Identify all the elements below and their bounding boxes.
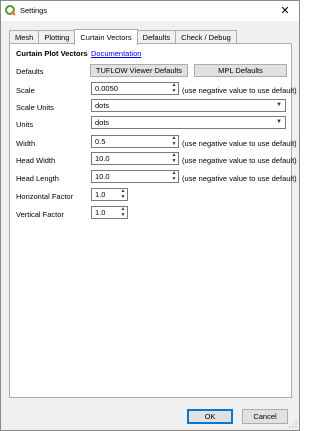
settings-dialog: Settings ✕ Mesh Plotting Curtain Vectors… <box>0 0 300 431</box>
tab-mesh[interactable]: Mesh <box>9 30 40 44</box>
spin-arrows-icon[interactable]: ▲ ▼ <box>170 83 178 94</box>
qgis-app-icon <box>5 5 16 16</box>
spin-arrows-icon[interactable]: ▲ ▼ <box>119 207 127 218</box>
spin-arrows-icon[interactable]: ▲ ▼ <box>170 153 178 164</box>
width-value: 0.5 <box>95 137 106 146</box>
tab-bar: Mesh Plotting Curtain Vectors Defaults C… <box>9 29 237 45</box>
tab-curtain-vectors[interactable]: Curtain Vectors <box>74 29 138 45</box>
horizontal-factor-label: Horizontal Factor <box>16 192 74 201</box>
vertical-factor-spinbox[interactable]: 1.0 ▲ ▼ <box>91 206 128 219</box>
head-length-hint: (use negative value to use default) <box>182 174 297 183</box>
horizontal-factor-spinbox[interactable]: 1.0 ▲ ▼ <box>91 188 128 201</box>
vertical-factor-label: Vertical Factor <box>16 210 64 219</box>
resize-grip-icon[interactable] <box>289 420 297 428</box>
curtain-vectors-panel: Curtain Plot Vectors Documentation Defau… <box>9 43 297 398</box>
chevron-down-icon: ▼ <box>276 119 282 125</box>
units-label: Units <box>16 120 34 129</box>
close-icon[interactable]: ✕ <box>271 1 299 21</box>
horizontal-factor-value: 1.0 <box>95 190 106 199</box>
scale-label: Scale <box>16 86 35 95</box>
spin-arrows-icon[interactable]: ▲ ▼ <box>170 171 178 182</box>
mpl-defaults-button[interactable]: MPL Defaults <box>194 64 287 77</box>
head-width-hint: (use negative value to use default) <box>182 156 297 165</box>
head-length-label: Head Length <box>16 174 59 183</box>
head-width-spinbox[interactable]: 10.0 ▲ ▼ <box>91 152 179 165</box>
width-label: Width <box>16 139 36 148</box>
head-length-value: 10.0 <box>95 172 110 181</box>
cancel-button[interactable]: Cancel <box>242 409 288 424</box>
units-combo[interactable]: dots ▼ <box>91 116 286 129</box>
scale-spinbox[interactable]: 0.0050 ▲ ▼ <box>91 82 179 95</box>
head-length-spinbox[interactable]: 10.0 ▲ ▼ <box>91 170 179 183</box>
scale-value: 0.0050 <box>95 84 118 93</box>
window-title: Settings <box>20 6 48 15</box>
ok-button[interactable]: OK <box>187 409 233 424</box>
scale-units-value: dots <box>95 101 110 110</box>
tab-check-debug[interactable]: Check / Debug <box>175 30 237 44</box>
chevron-down-icon: ▼ <box>276 102 282 108</box>
units-value: dots <box>95 118 110 127</box>
spin-arrows-icon[interactable]: ▲ ▼ <box>170 136 178 147</box>
width-spinbox[interactable]: 0.5 ▲ ▼ <box>91 135 179 148</box>
spin-arrows-icon[interactable]: ▲ ▼ <box>119 189 127 200</box>
documentation-link[interactable]: Documentation <box>91 49 141 58</box>
section-title: Curtain Plot Vectors <box>16 49 88 58</box>
head-width-value: 10.0 <box>95 154 110 163</box>
defaults-label: Defaults <box>16 67 44 76</box>
title-bar: Settings ✕ <box>1 1 299 21</box>
scale-units-label: Scale Units <box>16 103 54 112</box>
scale-units-combo[interactable]: dots ▼ <box>91 99 286 112</box>
head-width-label: Head Width <box>16 156 56 165</box>
tuflow-viewer-defaults-button[interactable]: TUFLOW Viewer Defaults <box>90 64 188 77</box>
width-hint: (use negative value to use default) <box>182 139 297 148</box>
vertical-factor-value: 1.0 <box>95 208 106 217</box>
tab-plotting[interactable]: Plotting <box>38 30 76 44</box>
scale-hint: (use negative value to use default) <box>182 86 297 95</box>
tab-defaults[interactable]: Defaults <box>136 30 177 44</box>
